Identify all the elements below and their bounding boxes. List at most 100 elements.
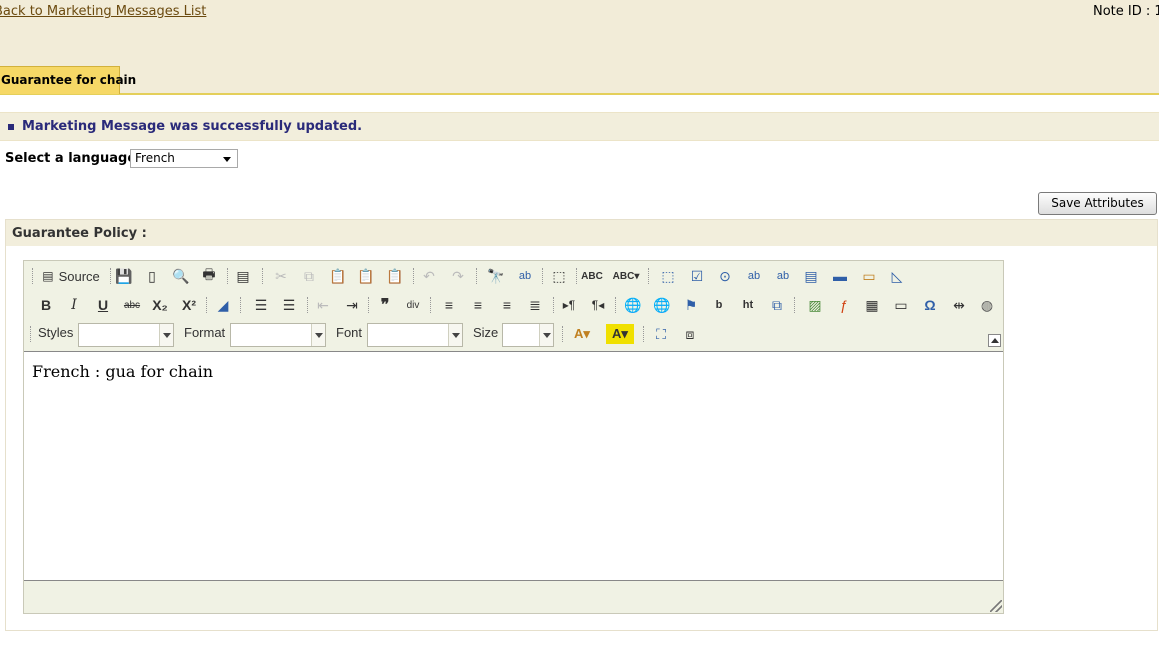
print-icon[interactable]: 🖶 [198,266,220,286]
copy-icon[interactable]: ⧉ [298,266,320,286]
create-div-icon[interactable]: div [402,295,424,315]
new-page-icon[interactable]: ▯ [141,266,163,286]
toolbar-separator [542,268,544,284]
paste-word-icon[interactable]: 📋 [384,266,406,286]
image-icon[interactable]: ▨ [804,295,826,315]
cut-icon[interactable]: ✂ [270,266,292,286]
back-to-list-link[interactable]: Back to Marketing Messages List [0,4,206,19]
indent-icon[interactable]: ⇥ [341,295,363,315]
anchor-flag-icon[interactable]: ⚑ [680,295,702,315]
source-button[interactable]: ▤ Source [38,266,104,286]
toolbar-row-3: Styles Format Font Size A▾ A▾ ⛶ ⧈ [30,322,990,347]
text-color-icon[interactable]: A▾ [568,324,596,344]
preview-icon[interactable]: 🔍 [170,266,192,286]
radio-icon[interactable]: ⊙ [714,266,736,286]
undo-icon[interactable]: ↶ [418,266,440,286]
spellcheck-as-you-type-icon[interactable]: ABC▾ [612,266,640,286]
size-combo[interactable] [502,323,554,347]
bullet-icon [8,124,14,130]
top-band: Back to Marketing Messages List Note ID … [0,0,1159,95]
language-label: Select a language: [5,151,142,166]
format-combo[interactable] [230,323,326,347]
align-left-icon[interactable]: ≡ [438,295,460,315]
language-selected-value: French [135,151,175,165]
hidden-field-icon[interactable]: ◺ [886,266,908,286]
ltr-icon[interactable]: ▸¶ [558,295,580,315]
italic-icon[interactable]: I [63,295,85,315]
background-color-icon[interactable]: A▾ [606,324,634,344]
tab-guarantee-for-chain[interactable]: Guarantee for chain [0,66,136,94]
editor-content-area[interactable]: French : gua for chain [24,351,1003,581]
align-right-icon[interactable]: ≡ [496,295,518,315]
toolbar-row-2: B I U abc X₂ X² ◢ ☰ ☰ ⇤ ⇥ ❞ div ≡ ≡ ≡ ≣ … [30,293,993,317]
toolbar-separator [553,297,555,313]
font-label: Font [336,325,363,340]
justify-icon[interactable]: ≣ [524,295,546,315]
replace-icon[interactable]: ab [514,266,536,286]
toolbar-separator [648,268,650,284]
image-button-icon[interactable]: ▭ [858,266,880,286]
styles-combo[interactable] [78,323,174,347]
chevron-down-icon [448,324,462,346]
size-label: Size [473,325,499,340]
toolbar-separator [413,268,415,284]
paste-text-icon[interactable]: 📋 [355,266,377,286]
blockquote-icon[interactable]: ❞ [374,295,396,315]
language-select[interactable]: French [130,149,238,168]
success-message-text: Marketing Message was successfully updat… [22,119,363,134]
find-icon[interactable]: 🔭 [485,266,507,286]
document-icon: ▤ [42,269,54,283]
toolbar-separator [476,268,478,284]
show-blocks-icon[interactable]: ⧈ [679,324,701,344]
unlink-icon[interactable]: 🌐 [651,295,673,315]
success-message-bar: Marketing Message was successfully updat… [0,112,1159,141]
superscript-icon[interactable]: X² [178,295,200,315]
textarea-icon[interactable]: ab [772,266,794,286]
redo-icon[interactable]: ↷ [447,266,469,286]
button-field-icon[interactable]: ▬ [829,266,851,286]
block-b-icon[interactable]: b [708,295,730,315]
chevron-down-icon [539,324,553,346]
flash-icon[interactable]: ƒ [833,295,855,315]
spellcheck-icon[interactable]: ABC [581,266,603,286]
remove-format-icon[interactable]: ◢ [212,295,234,315]
horizontal-rule-icon[interactable]: ▭ [890,295,912,315]
strikethrough-icon[interactable]: abc [121,295,143,315]
toolbar-separator [227,268,229,284]
format-label: Format [184,325,226,340]
toolbar-separator [110,268,112,284]
save-icon[interactable]: 💾 [113,266,135,286]
rtl-icon[interactable]: ¶◂ [587,295,609,315]
globe-icon[interactable]: ◍ [976,295,998,315]
bulleted-list-icon[interactable]: ☰ [278,295,300,315]
toolbar-separator [368,297,370,313]
templates-icon[interactable]: ▤ [232,266,254,286]
textfield-icon[interactable]: ab [743,266,765,286]
maximize-icon[interactable]: ⛶ [650,324,672,344]
subscript-icon[interactable]: X₂ [149,295,171,315]
iframe-icon[interactable]: ⧉ [766,295,788,315]
block-ht-icon[interactable]: ht [737,295,759,315]
resize-handle-icon[interactable] [990,600,1002,612]
align-center-icon[interactable]: ≡ [467,295,489,315]
chevron-down-icon [311,324,325,346]
bold-icon[interactable]: B [35,295,57,315]
save-attributes-button[interactable]: Save Attributes [1038,192,1157,215]
font-combo[interactable] [367,323,463,347]
numbered-list-icon[interactable]: ☰ [250,295,272,315]
form-icon[interactable]: ⬚ [657,266,679,286]
outdent-icon[interactable]: ⇤ [312,295,334,315]
underline-icon[interactable]: U [92,295,114,315]
table-icon[interactable]: ▦ [861,295,883,315]
special-char-omega-icon[interactable]: Ω [919,295,941,315]
select-all-icon[interactable]: ⬚ [548,266,570,286]
page-break-icon[interactable]: ⇹ [948,295,970,315]
toolbar-separator [615,297,617,313]
paste-icon[interactable]: 📋 [327,266,349,286]
source-button-label: Source [58,268,100,284]
checkbox-icon[interactable]: ☑ [686,266,708,286]
link-icon[interactable]: 🌐 [622,295,644,315]
select-field-icon[interactable]: ▤ [800,266,822,286]
toolbar-separator [262,268,264,284]
collapse-toolbar-button[interactable] [988,334,1001,347]
